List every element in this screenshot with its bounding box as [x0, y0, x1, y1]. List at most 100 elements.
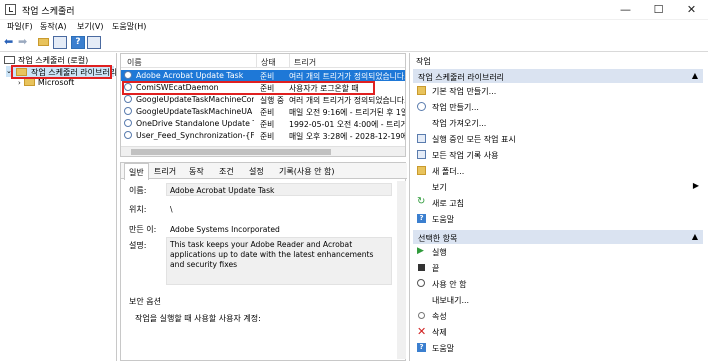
- help-icon[interactable]: ?: [71, 36, 85, 49]
- import-icon: [417, 118, 426, 127]
- chevron-expand-icon[interactable]: ⌄: [6, 67, 12, 75]
- section-header-selected[interactable]: 선택한 항목 ▲: [413, 230, 703, 244]
- help-icon: ?: [417, 214, 426, 223]
- task-row[interactable]: Adobe Acrobat Update Task 준비 여러 개의 트리거가 …: [121, 70, 405, 81]
- actions-title: 작업: [416, 57, 431, 66]
- show-hide-action-pane-icon[interactable]: [87, 36, 101, 49]
- action-help-selected[interactable]: ? 도움말: [413, 342, 703, 354]
- folder-icon: [23, 78, 35, 86]
- back-arrow-icon[interactable]: ⬅: [4, 36, 18, 49]
- tab-actions[interactable]: 동작: [189, 166, 204, 177]
- author-label: 만든 이:: [129, 225, 157, 234]
- location-label: 위치:: [129, 205, 147, 214]
- submenu-arrow-icon: ▶: [692, 181, 699, 190]
- folder-icon: [16, 68, 27, 76]
- vertical-scrollbar[interactable]: [397, 181, 406, 359]
- folder-up-icon[interactable]: [37, 36, 51, 49]
- column-separator[interactable]: [256, 54, 257, 68]
- delete-x-icon: ✕: [417, 325, 427, 338]
- history-icon: [417, 150, 426, 159]
- column-name[interactable]: 이름: [127, 57, 142, 68]
- task-row[interactable]: OneDrive Standalone Update Tas... 준비 199…: [121, 118, 405, 129]
- task-clock-icon: [124, 119, 132, 127]
- disable-icon: [417, 279, 425, 287]
- task-scheduler-app-icon: [5, 4, 16, 15]
- task-details: 일반 트리거 동작 조건 설정 기록(사용 안 함) 이름: Adobe Acr…: [120, 162, 407, 361]
- author-field: Adobe Systems Incorporated: [166, 222, 392, 235]
- tab-settings[interactable]: 설정: [249, 166, 264, 177]
- column-separator[interactable]: [289, 54, 290, 68]
- window-title: 작업 스케줄러: [22, 7, 75, 17]
- run-icon: ▶: [417, 246, 424, 256]
- name-field[interactable]: Adobe Acrobat Update Task: [166, 183, 392, 196]
- title-bar: 작업 스케줄러 — ☐ ✕: [0, 0, 708, 20]
- running-tasks-icon: [417, 134, 426, 143]
- clock-app-icon: [4, 56, 15, 64]
- tree-item-microsoft[interactable]: › Microsoft: [18, 78, 74, 87]
- action-disable[interactable]: 사용 안 함: [413, 278, 703, 290]
- action-export[interactable]: 내보내기...: [413, 294, 703, 306]
- action-run[interactable]: ▶ 실행: [413, 246, 703, 258]
- column-trigger[interactable]: 트리거: [294, 57, 316, 68]
- menu-help[interactable]: 도움말(H): [112, 21, 146, 32]
- tab-general[interactable]: 일반: [124, 163, 149, 180]
- chevron-right-icon[interactable]: ›: [18, 79, 21, 87]
- maximize-button[interactable]: ☐: [642, 0, 675, 20]
- tree-item-library[interactable]: ⌄ 작업 스케줄러 라이브러리: [6, 66, 117, 77]
- task-row[interactable]: User_Feed_Synchronization-{F88... 준비 매일 …: [121, 130, 405, 141]
- task-row[interactable]: ComiSWEcatDaemon 준비 사용자가 로그온할 때: [121, 82, 405, 93]
- menu-file[interactable]: 파일(F): [7, 21, 33, 32]
- tab-conditions[interactable]: 조건: [219, 166, 234, 177]
- section-header-library[interactable]: 작업 스케줄러 라이브러리 ▲: [413, 69, 703, 83]
- action-import-task[interactable]: 작업 가져오기...: [413, 117, 703, 129]
- task-row[interactable]: GoogleUpdateTaskMachineCore 실행 중 여러 개의 트…: [121, 94, 405, 105]
- task-wizard-icon: [417, 86, 426, 95]
- action-enable-history[interactable]: 모든 작업 기록 사용: [413, 149, 703, 161]
- task-row[interactable]: GoogleUpdateTaskMachineUA 준비 매일 오전 9:16에…: [121, 106, 405, 117]
- tab-history[interactable]: 기록(사용 안 함): [279, 166, 335, 177]
- create-task-icon: [417, 102, 426, 111]
- action-display-running[interactable]: 실행 중인 모든 작업 표시: [413, 133, 703, 145]
- collapse-caret-icon[interactable]: ▲: [692, 232, 698, 241]
- security-options-label: 보안 옵션: [129, 297, 161, 306]
- tree-root[interactable]: 작업 스케줄러 (로컬): [4, 55, 88, 66]
- menu-view[interactable]: 보기(V): [77, 21, 103, 32]
- menu-bar: 파일(F) 동작(A) 보기(V) 도움말(H): [0, 20, 708, 34]
- action-end[interactable]: 끝: [413, 262, 703, 274]
- task-clock-icon: [124, 95, 132, 103]
- action-help[interactable]: ? 도움말: [413, 213, 703, 225]
- actions-pane: 작업 작업 스케줄러 라이브러리 ▲ 기본 작업 만들기... 작업 만들기..…: [409, 53, 708, 361]
- menu-action[interactable]: 동작(A): [40, 21, 66, 32]
- minimize-button[interactable]: —: [609, 0, 642, 20]
- horizontal-scrollbar[interactable]: [121, 146, 405, 156]
- action-refresh[interactable]: ↻ 새로 고침: [413, 197, 703, 209]
- action-delete[interactable]: ✕ 삭제: [413, 326, 703, 338]
- task-clock-icon: [124, 83, 132, 91]
- action-create-basic-task[interactable]: 기본 작업 만들기...: [413, 85, 703, 97]
- action-create-task[interactable]: 작업 만들기...: [413, 101, 703, 113]
- action-view[interactable]: 보기 ▶: [413, 181, 703, 193]
- forward-arrow-icon[interactable]: ➡: [18, 36, 32, 49]
- action-new-folder[interactable]: 새 폴더...: [413, 165, 703, 177]
- help-icon: ?: [417, 343, 426, 352]
- close-button[interactable]: ✕: [675, 0, 708, 20]
- navigation-tree: 작업 스케줄러 (로컬) ⌄ 작업 스케줄러 라이브러리 › Microsoft: [0, 53, 117, 361]
- collapse-caret-icon[interactable]: ▲: [692, 71, 698, 80]
- new-folder-icon: [417, 166, 426, 175]
- action-properties[interactable]: 속성: [413, 310, 703, 322]
- show-hide-tree-icon[interactable]: [53, 36, 67, 49]
- run-as-label: 작업을 실행할 때 사용할 사용자 계정:: [135, 314, 261, 323]
- column-status[interactable]: 상태: [261, 57, 276, 68]
- task-clock-icon: [124, 131, 132, 139]
- description-field[interactable]: This task keeps your Adobe Reader and Ac…: [166, 237, 392, 285]
- task-clock-icon: [124, 71, 132, 79]
- stop-icon: [418, 264, 425, 271]
- toolbar: ⬅ ➡ ?: [0, 34, 708, 52]
- refresh-icon: ↻: [417, 196, 426, 207]
- name-label: 이름:: [129, 186, 147, 195]
- location-field: \: [166, 202, 392, 215]
- tab-triggers[interactable]: 트리거: [154, 166, 176, 177]
- description-label: 설명:: [129, 241, 147, 250]
- scrollbar-thumb[interactable]: [131, 149, 331, 155]
- details-tabs: 일반 트리거 동작 조건 설정 기록(사용 안 함): [121, 163, 407, 180]
